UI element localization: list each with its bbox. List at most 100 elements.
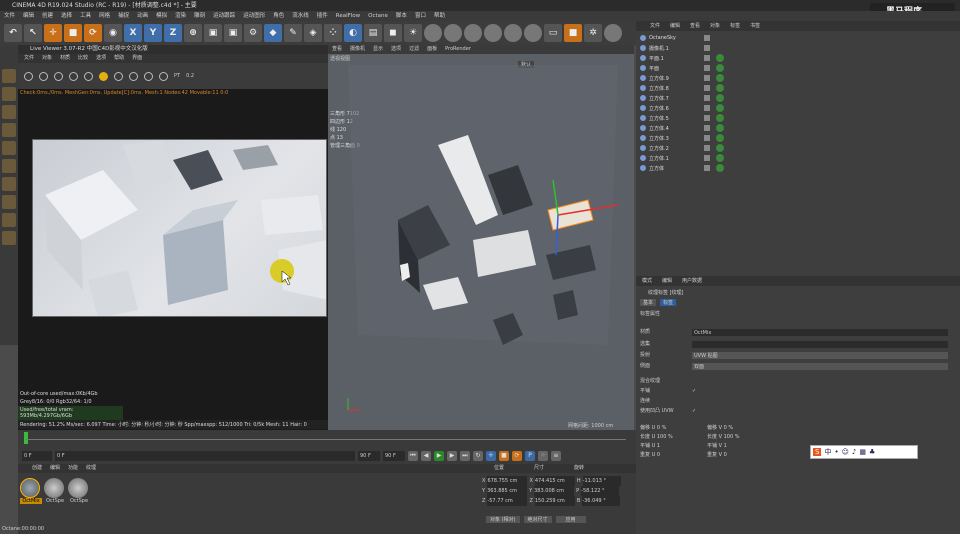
ime-chinese-icon[interactable]: 中 bbox=[824, 447, 831, 457]
om-menu-view[interactable]: 查看 bbox=[690, 21, 700, 31]
snap-icon[interactable] bbox=[2, 177, 16, 191]
array-icon[interactable]: ⁘ bbox=[324, 24, 342, 42]
offset-v[interactable]: 偏移 V 0 % bbox=[707, 424, 770, 431]
mat-menu-create[interactable]: 创建 bbox=[32, 464, 42, 473]
lv-menu-compare[interactable]: 比较 bbox=[78, 54, 88, 63]
om-menu-edit[interactable]: 编辑 bbox=[670, 21, 680, 31]
selection-field[interactable] bbox=[692, 341, 948, 348]
rotate-icon[interactable]: ⟳ bbox=[84, 24, 102, 42]
end-frame-field[interactable]: 90 F bbox=[358, 451, 380, 461]
object-row[interactable]: OctaneSky bbox=[640, 33, 956, 43]
repeat-u[interactable]: 重复 U 0 bbox=[640, 451, 703, 458]
octane-settings-icon[interactable]: ✲ bbox=[584, 24, 602, 42]
edge-mode-icon[interactable] bbox=[2, 123, 16, 137]
menu-render[interactable]: 渲染 bbox=[175, 11, 186, 21]
play-icon[interactable]: ▶ bbox=[434, 451, 444, 461]
viewport-panel[interactable]: 查看 摄像机 显示 选项 过滤 面板 ProRender 透视视图 默认 三角形… bbox=[328, 45, 634, 430]
ime-keyboard-icon[interactable]: ▦ bbox=[859, 448, 866, 456]
select-icon[interactable]: ↖ bbox=[24, 24, 42, 42]
lv-menu-gui[interactable]: 界面 bbox=[132, 54, 142, 63]
goto-end-icon[interactable]: ⏭ bbox=[460, 451, 470, 461]
settings-icon[interactable] bbox=[84, 71, 93, 81]
side-select[interactable]: 双面 bbox=[692, 363, 948, 370]
rotate-key-icon[interactable]: ⟳ bbox=[512, 451, 522, 461]
om-menu-bookmarks[interactable]: 书签 bbox=[750, 21, 760, 31]
menu-simulate[interactable]: 模拟 bbox=[156, 11, 167, 21]
timeline-playhead[interactable] bbox=[24, 432, 28, 444]
z-axis-icon[interactable]: Z bbox=[164, 24, 182, 42]
lv-menu-file[interactable]: 文件 bbox=[24, 54, 34, 63]
object-row[interactable]: 立方体.2 bbox=[640, 143, 956, 153]
move-icon[interactable]: ✛ bbox=[44, 24, 62, 42]
material-field[interactable]: OctMix bbox=[692, 329, 948, 336]
menu-motion-tracker[interactable]: 运动跟踪 bbox=[213, 11, 235, 21]
size-y-field[interactable]: 383.008 cm bbox=[534, 486, 575, 496]
pla-key-icon[interactable]: ⁘ bbox=[538, 451, 548, 461]
object-row[interactable]: 立方体.6 bbox=[640, 103, 956, 113]
render-view-icon[interactable]: ▣ bbox=[204, 24, 222, 42]
model-mode-icon[interactable] bbox=[2, 69, 16, 83]
object-row[interactable]: 立方体.1 bbox=[640, 153, 956, 163]
tiles-v[interactable]: 平铺 V 1 bbox=[707, 442, 770, 449]
restart-icon[interactable] bbox=[39, 71, 48, 81]
object-row[interactable]: 平面 bbox=[640, 63, 956, 73]
kernel-value[interactable]: 0.2 bbox=[186, 73, 194, 79]
ime-emoji-icon[interactable]: ☺ bbox=[842, 448, 849, 456]
menu-animate[interactable]: 动画 bbox=[137, 11, 148, 21]
object-row[interactable]: 立方体.3 bbox=[640, 133, 956, 143]
menu-select[interactable]: 选择 bbox=[61, 11, 72, 21]
ime-punct-icon[interactable]: • bbox=[834, 448, 838, 456]
scale-key-icon[interactable]: ■ bbox=[499, 451, 509, 461]
menu-edit[interactable]: 编辑 bbox=[23, 11, 34, 21]
menu-plugins[interactable]: 插件 bbox=[317, 11, 328, 21]
tab-tag[interactable]: 标签 bbox=[660, 299, 677, 306]
octane-mix-icon[interactable] bbox=[504, 24, 522, 42]
x-axis-icon[interactable]: X bbox=[124, 24, 142, 42]
material-swatch[interactable]: OctSpe bbox=[68, 478, 90, 504]
scale-icon[interactable]: ■ bbox=[64, 24, 82, 42]
projection-select[interactable]: UVW 贴图 bbox=[692, 352, 948, 359]
region-icon[interactable] bbox=[114, 71, 123, 81]
send-scene-icon[interactable] bbox=[24, 71, 33, 81]
lock-icon[interactable] bbox=[2, 213, 16, 227]
menu-mograph[interactable]: 运动图形 bbox=[243, 11, 265, 21]
subdivision-icon[interactable]: ◈ bbox=[304, 24, 322, 42]
tile-checkbox[interactable]: ✓ bbox=[692, 387, 696, 396]
object-row[interactable]: 摄像机.1 bbox=[640, 43, 956, 53]
camera-icon[interactable]: ◼ bbox=[384, 24, 402, 42]
kernel-mode-select[interactable]: PT bbox=[174, 73, 180, 79]
cube-icon[interactable]: ◆ bbox=[264, 24, 282, 42]
octane-specular-icon[interactable] bbox=[464, 24, 482, 42]
render-picture-icon[interactable]: ▣ bbox=[224, 24, 242, 42]
octane-sky-icon[interactable]: ▭ bbox=[544, 24, 562, 42]
om-menu-objects[interactable]: 对象 bbox=[710, 21, 720, 31]
attr-edit[interactable]: 编辑 bbox=[662, 276, 672, 286]
ime-skin-icon[interactable]: ♣ bbox=[869, 448, 875, 456]
rot-h-field[interactable]: -11.013 ° bbox=[582, 476, 621, 486]
object-row[interactable]: 立方体.7 bbox=[640, 93, 956, 103]
om-menu-file[interactable]: 文件 bbox=[650, 21, 660, 31]
menu-mesh[interactable]: 网格 bbox=[99, 11, 110, 21]
render-settings-icon[interactable]: ⚙ bbox=[244, 24, 262, 42]
mat-menu-edit[interactable]: 编辑 bbox=[50, 464, 60, 473]
stop-icon[interactable] bbox=[69, 71, 78, 81]
pen-icon[interactable]: ✎ bbox=[284, 24, 302, 42]
octane-material-icon[interactable] bbox=[424, 24, 442, 42]
pos-y-field[interactable]: 363.885 cm bbox=[487, 486, 528, 496]
mat-menu-texture[interactable]: 纹理 bbox=[86, 464, 96, 473]
menu-realflow[interactable]: RealFlow bbox=[336, 11, 360, 21]
menu-script[interactable]: 脚本 bbox=[396, 11, 407, 21]
next-key-icon[interactable]: ▶ bbox=[447, 451, 457, 461]
rot-p-field[interactable]: -58.122 ° bbox=[581, 486, 620, 496]
light-icon[interactable]: ☀ bbox=[404, 24, 422, 42]
tab-basic[interactable]: 基本 bbox=[640, 299, 657, 306]
menu-file[interactable]: 文件 bbox=[4, 11, 15, 21]
menu-sculpt[interactable]: 雕刻 bbox=[194, 11, 205, 21]
render-image[interactable] bbox=[32, 139, 327, 317]
size-mode-select[interactable]: 绝对尺寸 bbox=[523, 516, 552, 523]
coord-system-icon[interactable]: ⊕ bbox=[184, 24, 202, 42]
param-key-icon[interactable]: P bbox=[525, 451, 535, 461]
bump-uvw-checkbox[interactable]: ✓ bbox=[692, 407, 696, 416]
menu-octane[interactable]: Octane bbox=[368, 11, 388, 21]
object-row[interactable]: 平面.1 bbox=[640, 53, 956, 63]
